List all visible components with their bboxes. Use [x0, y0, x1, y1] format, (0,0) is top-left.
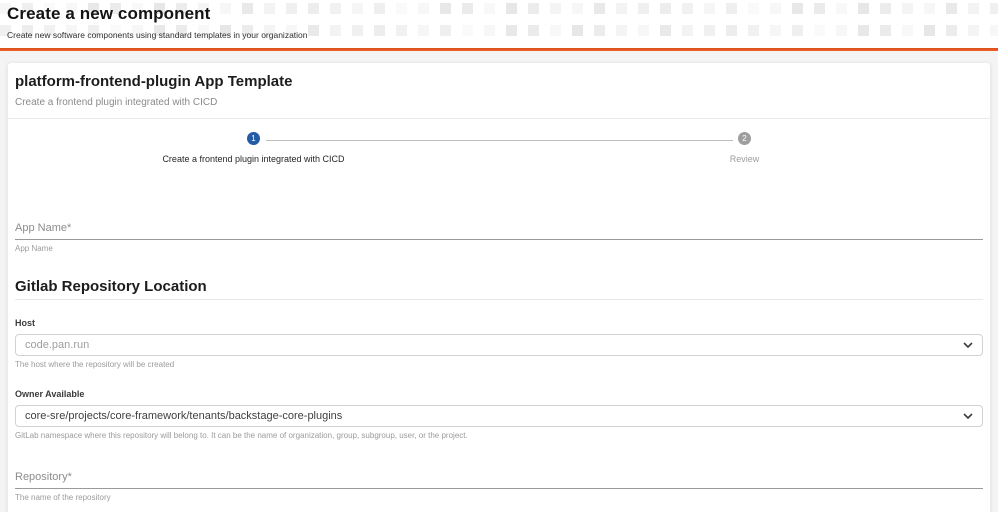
main-content: platform-frontend-plugin App Template Cr… — [0, 51, 998, 512]
chevron-down-icon — [963, 342, 973, 348]
app-name-field: App Name — [15, 218, 983, 253]
stepper: 1 Create a frontend plugin integrated wi… — [8, 119, 990, 178]
owner-label: Owner Available — [15, 389, 983, 399]
owner-helper: GitLab namespace where this repository w… — [15, 431, 983, 440]
stepper-connector — [266, 140, 733, 141]
host-select-value: code.pan.run — [25, 339, 89, 351]
repository-input[interactable] — [15, 469, 983, 489]
repository-helper: The name of the repository — [15, 493, 983, 502]
app-name-helper: App Name — [15, 244, 983, 253]
stepper-step-2: 2 Review — [499, 132, 990, 164]
section-divider — [15, 299, 983, 300]
owner-select[interactable]: core-sre/projects/core-framework/tenants… — [15, 405, 983, 427]
chevron-down-icon — [963, 413, 973, 419]
host-select[interactable]: code.pan.run — [15, 334, 983, 356]
template-card: platform-frontend-plugin App Template Cr… — [7, 62, 991, 512]
owner-field-group: Owner Available core-sre/projects/core-f… — [15, 389, 983, 440]
app-name-input[interactable] — [15, 220, 983, 240]
host-field-group: Host code.pan.run The host where the rep… — [15, 318, 983, 369]
page-title: Create a new component — [0, 0, 998, 24]
page-subtitle: Create new software components using sta… — [0, 24, 998, 40]
template-title: platform-frontend-plugin App Template — [15, 73, 983, 90]
step-1-number: 1 — [251, 134, 255, 143]
template-card-header: platform-frontend-plugin App Template Cr… — [8, 63, 990, 118]
step-1-label: Create a frontend plugin integrated with… — [162, 154, 344, 164]
step-2-icon: 2 — [738, 132, 751, 145]
step-1-icon: 1 — [247, 132, 260, 145]
stepper-step-1: 1 Create a frontend plugin integrated wi… — [8, 132, 499, 164]
owner-select-value: core-sre/projects/core-framework/tenants… — [25, 410, 342, 422]
gitlab-section-heading: Gitlab Repository Location — [15, 278, 983, 295]
host-label: Host — [15, 318, 983, 328]
page-header: Create a new component Create new softwa… — [0, 0, 998, 48]
step-2-label: Review — [730, 154, 760, 164]
step-2-number: 2 — [742, 134, 746, 143]
repository-field: The name of the repository — [15, 467, 983, 502]
template-subtitle: Create a frontend plugin integrated with… — [15, 97, 983, 108]
host-helper: The host where the repository will be cr… — [15, 360, 983, 369]
template-form: App Name Gitlab Repository Location Host… — [8, 178, 990, 512]
